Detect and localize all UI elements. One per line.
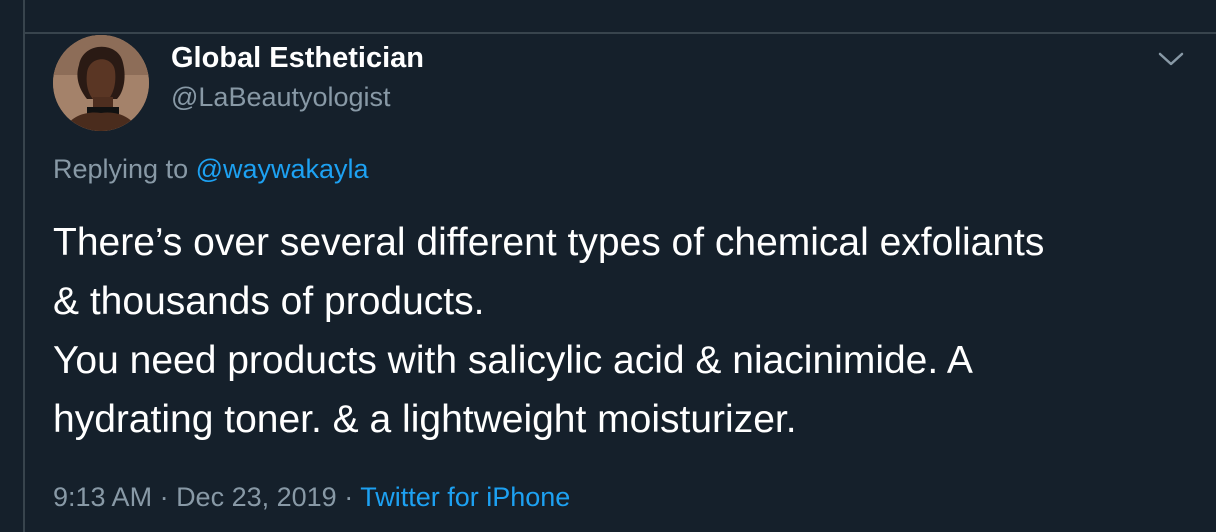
meta-separator: · xyxy=(336,482,361,512)
card-top-border xyxy=(23,32,1216,34)
meta-separator: · xyxy=(152,482,177,512)
tweet-source-link[interactable]: Twitter for iPhone xyxy=(360,482,570,512)
avatar[interactable] xyxy=(53,35,149,131)
reply-to-handle-link[interactable]: @waywakayla xyxy=(196,154,369,184)
tweet-text-line: You need products with salicylic acid & … xyxy=(53,339,973,382)
replying-to: Replying to @waywakayla xyxy=(53,154,369,185)
profile-photo-icon xyxy=(53,35,149,131)
tweet-date[interactable]: Dec 23, 2019 xyxy=(176,482,337,512)
tweet-meta: 9:13 AM · Dec 23, 2019 · Twitter for iPh… xyxy=(53,482,570,513)
tweet-text-line: hydrating toner. & a lightweight moistur… xyxy=(53,398,797,441)
user-handle[interactable]: @LaBeautyologist xyxy=(171,82,391,113)
chevron-down-icon xyxy=(1158,52,1184,66)
replying-to-label: Replying to xyxy=(53,154,196,184)
tweet-text-line: & thousands of products. xyxy=(53,280,485,323)
tweet-time[interactable]: 9:13 AM xyxy=(53,482,152,512)
tweet-text-line: There’s over several different types of … xyxy=(53,221,1045,264)
card-left-border xyxy=(23,0,25,532)
tweet-menu-button[interactable] xyxy=(1153,45,1189,73)
tweet-text: There’s over several different types of … xyxy=(53,213,1203,449)
display-name[interactable]: Global Esthetician xyxy=(171,42,424,75)
